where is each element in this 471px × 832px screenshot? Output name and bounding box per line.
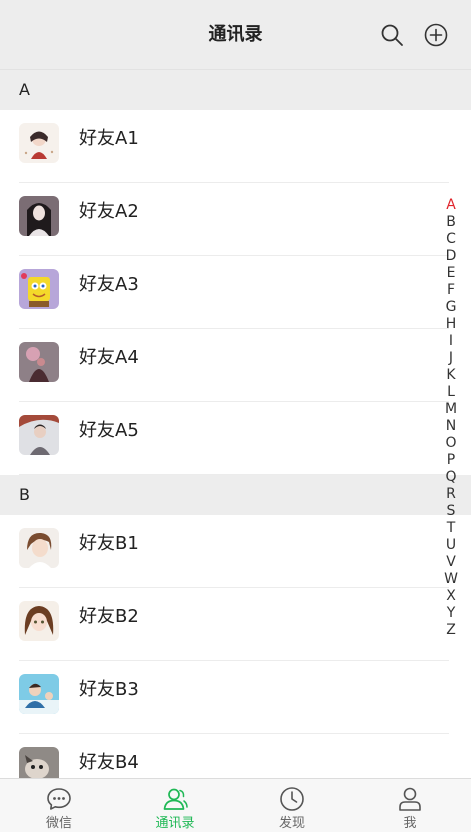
section-header-b: B [0, 475, 471, 515]
contact-row[interactable]: 好友A1 [0, 110, 471, 183]
tab-label: 发现 [278, 816, 305, 831]
index-letter-y[interactable]: Y [442, 605, 460, 622]
index-letter-v[interactable]: V [442, 554, 460, 571]
chat-bubble-icon [47, 788, 71, 810]
tab-contacts[interactable]: 通讯录 [116, 779, 234, 832]
avatar [19, 747, 59, 778]
contact-list[interactable]: A 好友A1 好友A2 好友A3 好友A4 好友A5 B 好友B1 好友B2 好… [0, 70, 471, 778]
search-icon[interactable] [379, 22, 405, 48]
contact-row[interactable]: 好友A2 [0, 183, 471, 256]
contact-name: 好友B1 [79, 533, 139, 554]
index-letter-k[interactable]: K [442, 367, 460, 384]
contact-name: 好友A2 [79, 201, 139, 222]
index-letter-i[interactable]: I [442, 333, 460, 350]
contacts-icon [163, 788, 188, 810]
top-bar: 通讯录 [0, 0, 471, 70]
index-letter-u[interactable]: U [442, 537, 460, 554]
tab-chats[interactable]: 微信 [0, 779, 118, 832]
index-letter-o[interactable]: O [442, 435, 460, 452]
tab-discover[interactable]: 发现 [233, 779, 351, 832]
index-letter-t[interactable]: T [442, 520, 460, 537]
avatar [19, 528, 59, 568]
avatar [19, 601, 59, 641]
contact-name: 好友B4 [79, 752, 139, 773]
contact-name: 好友A3 [79, 274, 139, 295]
index-letter-z[interactable]: Z [442, 622, 460, 639]
contact-name: 好友B3 [79, 679, 139, 700]
index-letter-g[interactable]: G [442, 299, 460, 316]
divider [19, 474, 449, 475]
index-letter-n[interactable]: N [442, 418, 460, 435]
contacts-screen: 通讯录 A 好友A1 好友A2 好友A3 好友A4 好友A5 B 好友B1 好友… [0, 0, 471, 832]
index-letter-h[interactable]: H [442, 316, 460, 333]
index-letter-j[interactable]: J [442, 350, 460, 367]
avatar [19, 269, 59, 309]
index-letter-q[interactable]: Q [442, 469, 460, 486]
alphabet-index[interactable]: ABCDEFGHIJKLMNOPQRSTUVWXYZ [442, 197, 460, 639]
avatar [19, 342, 59, 382]
contact-name: 好友A4 [79, 347, 139, 368]
index-letter-a[interactable]: A [442, 197, 460, 214]
tab-label: 通讯录 [155, 816, 195, 831]
contact-row[interactable]: 好友B1 [0, 515, 471, 588]
clock-icon [280, 787, 304, 811]
contact-row[interactable]: 好友B3 [0, 661, 471, 734]
index-letter-e[interactable]: E [442, 265, 460, 282]
index-letter-p[interactable]: P [442, 452, 460, 469]
contact-row[interactable]: 好友B2 [0, 588, 471, 661]
index-letter-s[interactable]: S [442, 503, 460, 520]
contact-name: 好友B2 [79, 606, 139, 627]
avatar [19, 674, 59, 714]
index-letter-r[interactable]: R [442, 486, 460, 503]
avatar [19, 196, 59, 236]
person-icon [399, 787, 421, 811]
contact-row[interactable]: 好友A3 [0, 256, 471, 329]
index-letter-c[interactable]: C [442, 231, 460, 248]
index-letter-d[interactable]: D [442, 248, 460, 265]
contact-row[interactable]: 好友A4 [0, 329, 471, 402]
index-letter-b[interactable]: B [442, 214, 460, 231]
bottom-tab-bar: 微信 通讯录 发现 我 [0, 778, 471, 832]
avatar [19, 123, 59, 163]
index-letter-f[interactable]: F [442, 282, 460, 299]
index-letter-x[interactable]: X [442, 588, 460, 605]
index-letter-w[interactable]: W [442, 571, 460, 588]
contact-row[interactable]: 好友B4 [0, 734, 471, 778]
tab-me[interactable]: 我 [351, 779, 469, 832]
index-letter-m[interactable]: M [442, 401, 460, 418]
section-header-a: A [0, 70, 471, 110]
contact-name: 好友A5 [79, 420, 139, 441]
avatar [19, 415, 59, 455]
contact-row[interactable]: 好友A5 [0, 402, 471, 475]
tab-label: 我 [403, 816, 417, 831]
index-letter-l[interactable]: L [442, 384, 460, 401]
tab-label: 微信 [45, 816, 72, 831]
contact-name: 好友A1 [79, 128, 139, 149]
add-circle-icon[interactable] [423, 22, 449, 48]
